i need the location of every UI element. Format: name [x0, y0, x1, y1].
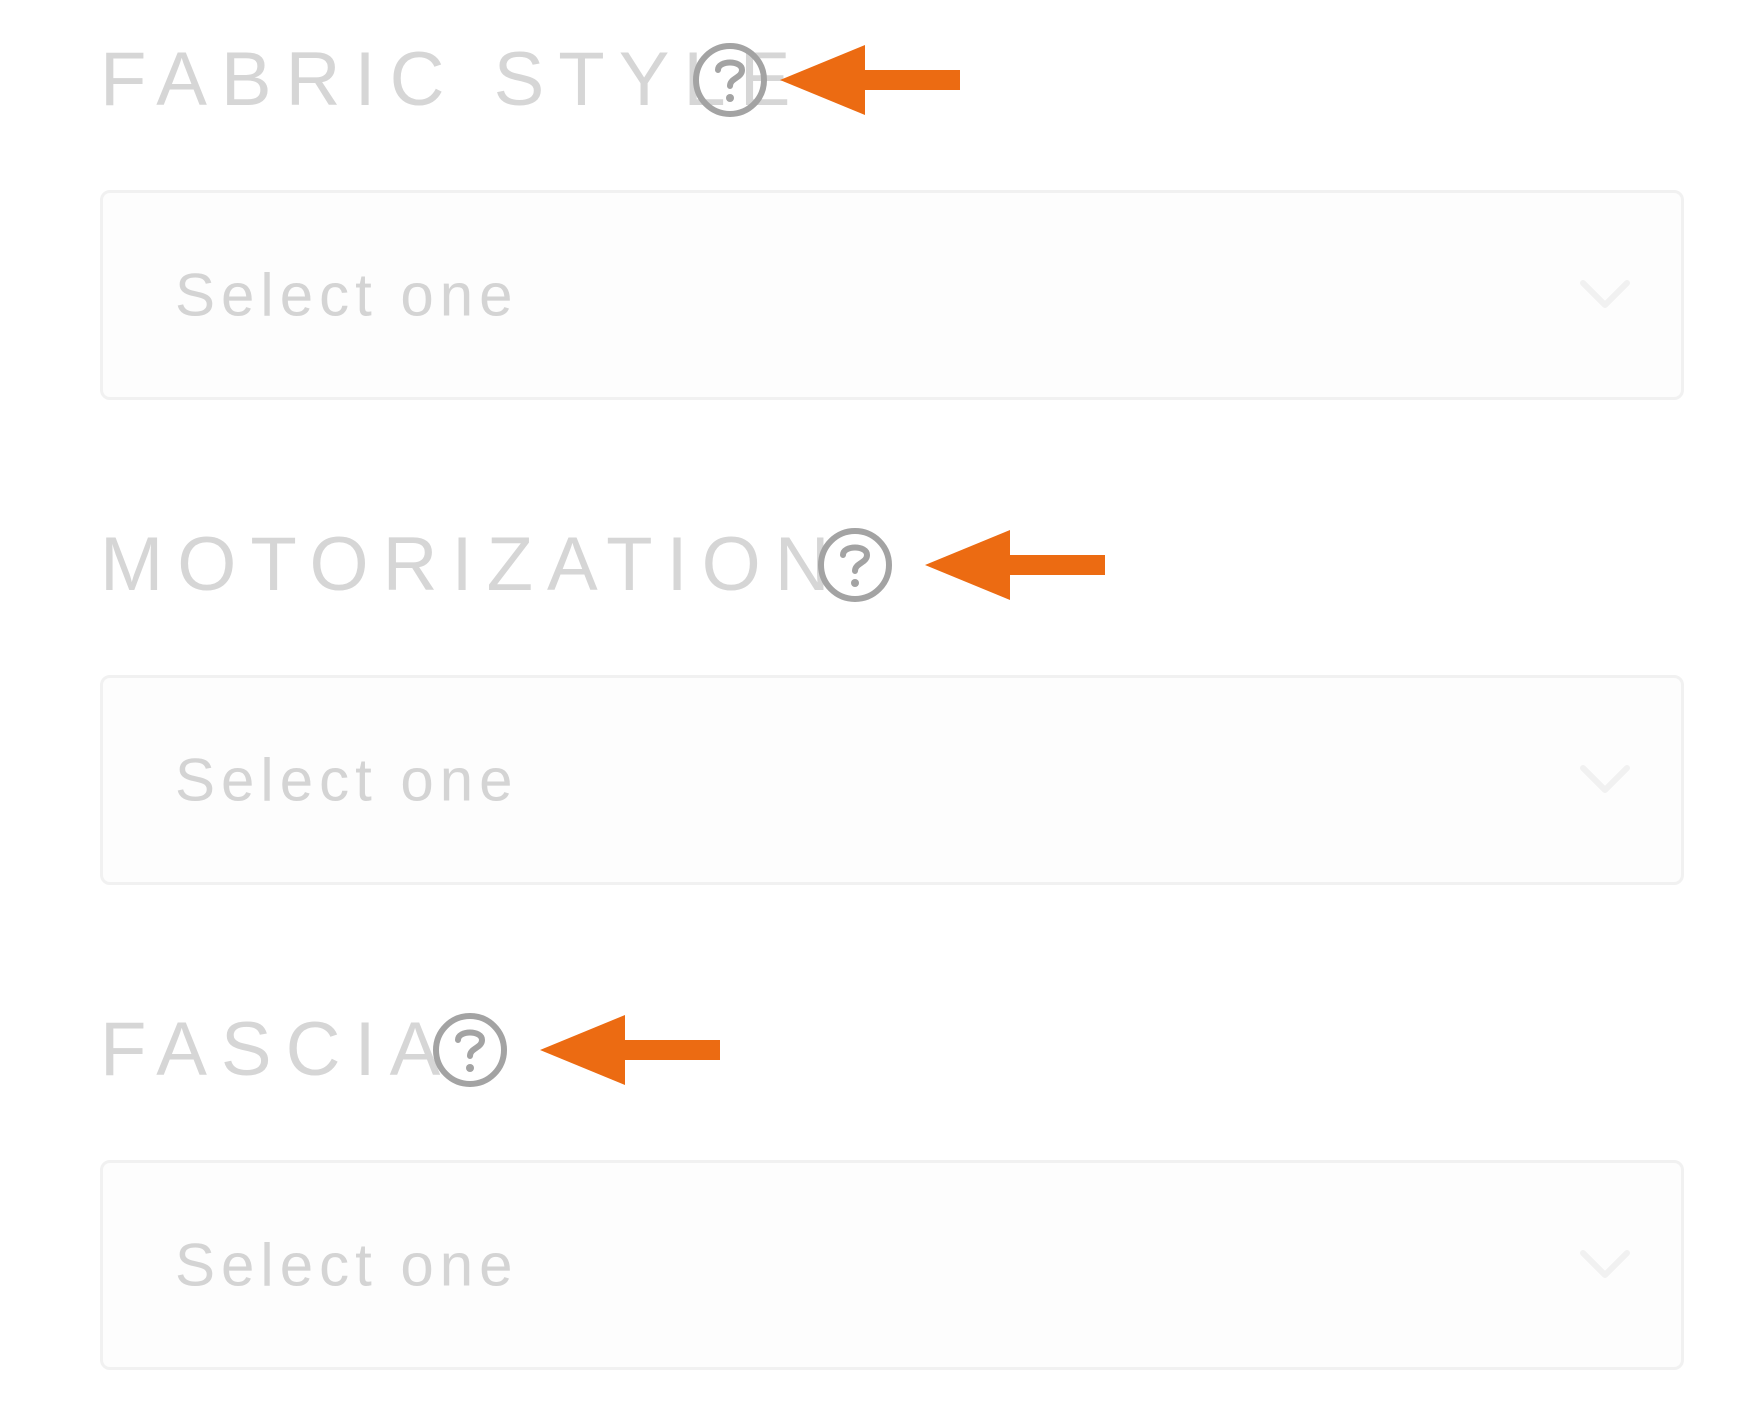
arrow-left-icon [780, 45, 960, 115]
chevron-down-icon [1579, 279, 1631, 311]
fascia-select[interactable]: Select one [100, 1160, 1684, 1370]
arrow-left-icon [925, 530, 1105, 600]
fabric-style-select[interactable]: Select one [100, 190, 1684, 400]
fascia-label: FASCIA [100, 1007, 455, 1092]
select-placeholder: Select one [175, 746, 519, 814]
select-placeholder: Select one [175, 1231, 519, 1299]
fascia-label-row: FASCIA [100, 1010, 454, 1090]
question-circle-icon[interactable] [815, 525, 895, 605]
chevron-down-icon [1579, 1249, 1631, 1281]
arrow-left-icon [540, 1015, 720, 1085]
motorization-field: MOTORIZATION Select one [100, 525, 1688, 895]
motorization-label-row: MOTORIZATION [100, 525, 844, 605]
motorization-label: MOTORIZATION [100, 522, 844, 607]
question-circle-icon[interactable] [430, 1010, 510, 1090]
motorization-select[interactable]: Select one [100, 675, 1684, 885]
chevron-down-icon [1579, 764, 1631, 796]
fabric-style-field: FABRIC STYLE Select one [100, 40, 1688, 410]
select-placeholder: Select one [175, 261, 519, 329]
fascia-field: FASCIA Select one [100, 1010, 1688, 1380]
question-circle-icon[interactable] [690, 40, 770, 120]
